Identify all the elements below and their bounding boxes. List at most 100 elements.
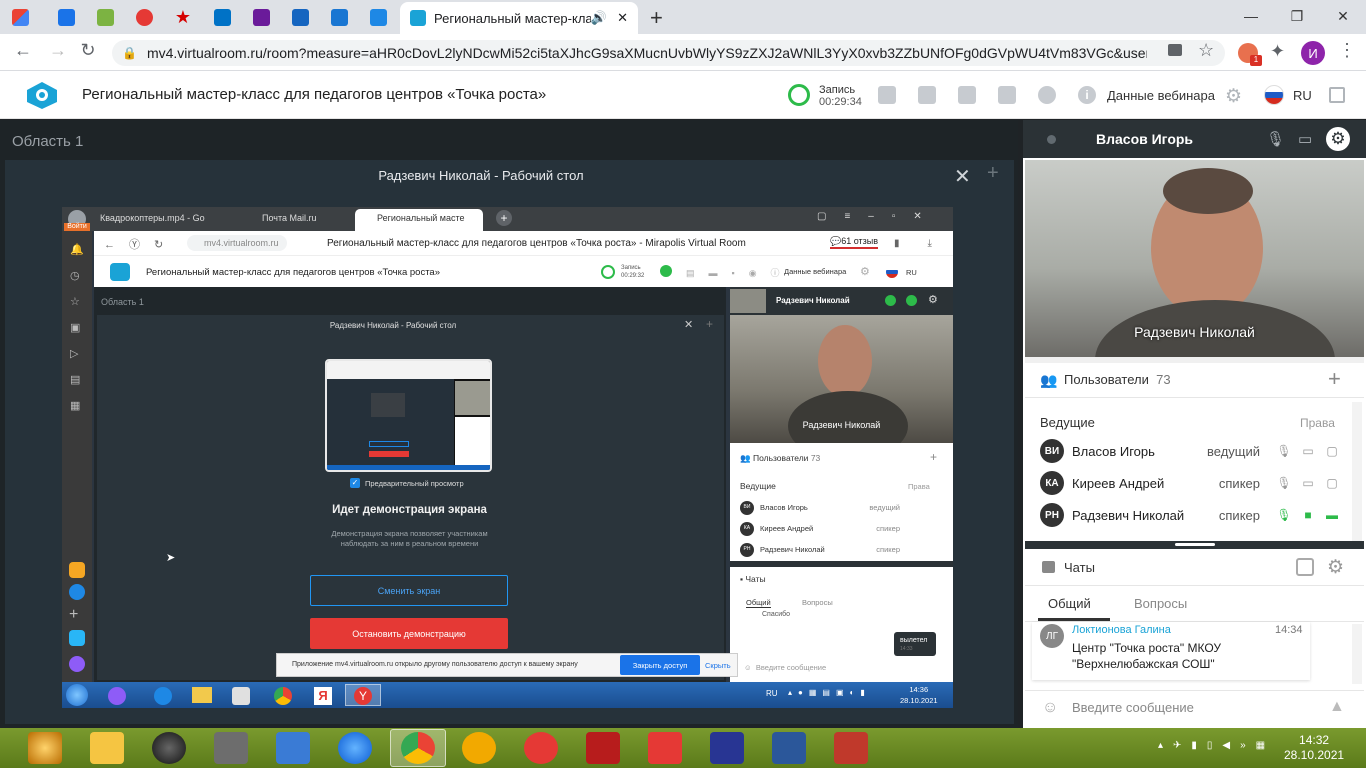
pinned-tab-icon[interactable]: [130, 5, 158, 29]
outlook-tab-icon[interactable]: [208, 5, 236, 29]
chat-input[interactable]: Введите сообщение: [1072, 700, 1194, 715]
inner-chat-bubble-text: вылетел: [900, 637, 928, 644]
folder-icon[interactable]: [998, 86, 1016, 104]
chat-scrollbar[interactable]: [1352, 624, 1362, 684]
camera-off-icon[interactable]: ▭: [1298, 130, 1312, 148]
mic-off-icon[interactable]: 🎙: [1276, 444, 1292, 458]
record-icon[interactable]: [788, 84, 810, 106]
inner-user-role: спикер: [876, 524, 900, 533]
pinned-tab-icon[interactable]: [52, 5, 80, 29]
russia-flag-icon[interactable]: [1264, 85, 1284, 105]
speaker-icon[interactable]: 🔊: [591, 10, 607, 26]
taskbar-app-icon[interactable]: [28, 732, 62, 764]
file-explorer-icon[interactable]: [90, 732, 124, 764]
divider: [1025, 690, 1364, 691]
presentation-icon[interactable]: [918, 86, 936, 104]
close-window-icon[interactable]: ✕: [1320, 0, 1366, 32]
presentation-app-icon[interactable]: [834, 732, 868, 764]
camera-off-icon[interactable]: ▭: [1300, 476, 1316, 490]
send-icon[interactable]: ▲: [1329, 698, 1345, 716]
inner-logo-icon: [110, 263, 130, 281]
address-bar[interactable]: 🔒 mv4.virtualroom.ru/room?measure=aHR0cD…: [112, 40, 1225, 66]
system-clock[interactable]: 14:32 28.10.2021: [1284, 733, 1344, 763]
star-tab-icon[interactable]: ★: [169, 5, 197, 29]
settings-icon[interactable]: ⚙: [1225, 85, 1242, 108]
inner-new-tab-icon: +: [496, 210, 512, 226]
pinned-tab-icon[interactable]: [247, 5, 275, 29]
yandex-browser-icon[interactable]: [524, 732, 558, 764]
reload-icon[interactable]: ↻: [75, 40, 101, 61]
word-icon[interactable]: [772, 732, 806, 764]
screen-off-icon[interactable]: ▢: [1324, 476, 1340, 490]
pinned-tab-icon[interactable]: [364, 5, 392, 29]
camera-on-icon[interactable]: ■: [1300, 508, 1316, 522]
close-share-icon[interactable]: ✕: [954, 164, 971, 189]
document-app-icon[interactable]: [214, 732, 248, 764]
security-app-icon[interactable]: [462, 732, 496, 764]
settings-app-icon[interactable]: [276, 732, 310, 764]
internet-explorer-icon[interactable]: [338, 732, 372, 764]
screen-off-icon[interactable]: ▢: [1324, 444, 1340, 458]
menu-dots-icon[interactable]: ⋮: [1338, 40, 1356, 61]
floppy-app-icon[interactable]: [710, 732, 744, 764]
users-icon[interactable]: [1038, 86, 1056, 104]
id-tab-icon[interactable]: [286, 5, 314, 29]
active-browser-tab[interactable]: Региональный мастер-клас 🔊 ✕: [400, 2, 638, 34]
pinned-tab-icon[interactable]: [325, 5, 353, 29]
pinned-tab-icon[interactable]: [91, 5, 119, 29]
info-icon[interactable]: i: [1078, 86, 1096, 104]
tab-chat-questions[interactable]: Вопросы: [1134, 596, 1187, 611]
inner-sidebar-icons: 🔔 ◷ ☆ ▣ ▷ ▤ ▦: [70, 244, 84, 412]
gmail-tab-icon[interactable]: [6, 5, 34, 29]
inner-user-avatar: ВИ: [740, 500, 754, 515]
mic-off-icon[interactable]: 🎙: [1276, 476, 1292, 490]
add-user-icon[interactable]: +: [1328, 366, 1341, 392]
system-tray-icons[interactable]: ▴✈▮▯◀»▦: [1158, 740, 1275, 751]
user-row[interactable]: ВИ Власов Игорь ведущий 🎙 ▭ ▢: [1040, 437, 1340, 465]
message-author[interactable]: Локтионова Галина: [1072, 624, 1171, 636]
layout-icon[interactable]: [878, 86, 896, 104]
users-scrollbar[interactable]: [1352, 402, 1362, 542]
splitter-handle-icon[interactable]: [1175, 543, 1215, 546]
forward-icon[interactable]: →: [45, 40, 71, 61]
chat-window-icon[interactable]: [1296, 558, 1314, 576]
puzzle-icon[interactable]: ✦: [1270, 41, 1285, 62]
user-row[interactable]: КА Киреев Андрей спикер 🎙 ▭ ▢: [1040, 469, 1340, 497]
camera-off-icon[interactable]: ▭: [1300, 444, 1316, 458]
emoji-icon[interactable]: ☺: [1042, 699, 1058, 717]
bookmark-star-icon[interactable]: ☆: [1198, 40, 1214, 61]
restore-icon[interactable]: ❐: [1274, 0, 1320, 32]
shared-desktop: Войти Квадрокоптеры.mp4 - Go Почта Mail.…: [62, 207, 953, 708]
add-area-icon[interactable]: +: [987, 162, 999, 185]
power-app-icon[interactable]: [586, 732, 620, 764]
inner-divider: [730, 561, 953, 567]
inner-user-name: Киреев Андрей: [760, 524, 814, 533]
inner-user-role: спикер: [876, 545, 900, 554]
chat-settings-icon[interactable]: ⚙: [1327, 556, 1344, 579]
exit-icon[interactable]: [1329, 87, 1345, 103]
chrome-icon[interactable]: [401, 732, 435, 764]
back-icon[interactable]: ←: [10, 40, 36, 61]
inner-chat-bubble-time: 14:33: [900, 646, 913, 652]
tab-chat-general[interactable]: Общий: [1048, 596, 1091, 611]
media-player-icon[interactable]: [152, 732, 186, 764]
language-label[interactable]: RU: [1293, 88, 1312, 103]
close-tab-icon[interactable]: ✕: [617, 10, 628, 26]
document-icon[interactable]: [958, 86, 976, 104]
inner-user-avatar: КА: [740, 521, 754, 536]
divider: [1025, 585, 1364, 586]
inner-video-name: Радзевич Николай: [802, 420, 881, 430]
camera-icon[interactable]: [1168, 44, 1182, 56]
user-row[interactable]: РН Радзевич Николай спикер 🎙 ■ ▬: [1040, 501, 1340, 529]
presenter-settings-icon[interactable]: ⚙: [1326, 127, 1350, 151]
mic-off-icon[interactable]: 🎙: [1266, 130, 1285, 148]
yandex-icon[interactable]: [648, 732, 682, 764]
minimize-icon[interactable]: —: [1228, 0, 1274, 32]
webinar-data-link[interactable]: Данные вебинара: [1107, 88, 1215, 103]
inner-chat-icon: [660, 265, 672, 277]
inner-chat-bubble: вылетел 14:33: [894, 632, 936, 656]
screen-on-icon[interactable]: ▬: [1324, 508, 1340, 522]
new-tab-button[interactable]: +: [650, 5, 663, 31]
profile-avatar[interactable]: И: [1301, 41, 1325, 65]
mic-on-icon[interactable]: 🎙: [1276, 508, 1292, 522]
